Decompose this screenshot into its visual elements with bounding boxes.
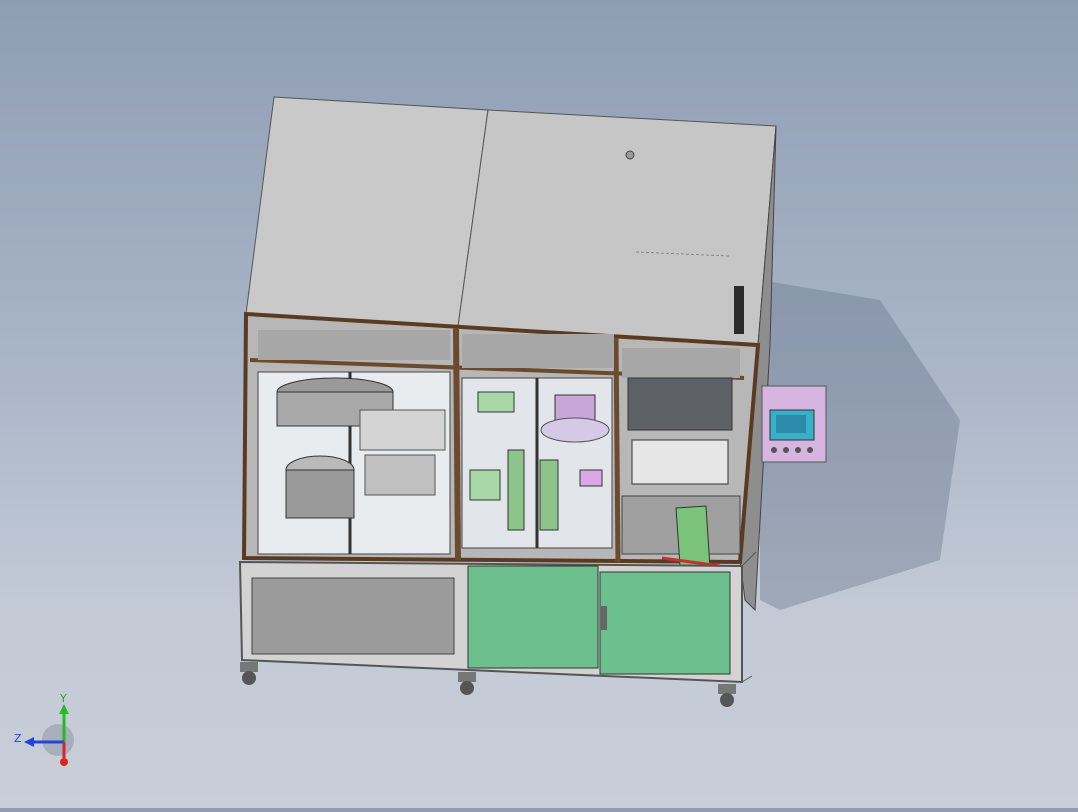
signal-tower: [734, 286, 744, 334]
caster-wheel: [458, 672, 476, 695]
cad-viewport[interactable]: Y Z: [0, 0, 1078, 808]
lower-panel-left: [251, 577, 455, 655]
triad-sphere: [42, 724, 74, 756]
roof-panel-right: [457, 109, 777, 346]
door-handle[interactable]: [601, 606, 607, 630]
roof-handle: [625, 150, 635, 160]
printer-unit: [631, 439, 729, 485]
output-conveyor: [675, 505, 711, 569]
cabinet-door-left[interactable]: [467, 565, 599, 669]
cabinet-door-right[interactable]: [599, 571, 731, 675]
roof-panel-left: [245, 96, 489, 327]
triad-z-label: Z: [14, 732, 22, 745]
display-window: [627, 377, 733, 431]
machine-model[interactable]: [0, 0, 1078, 808]
caster-wheel: [240, 662, 258, 685]
axis-triad: Y Z: [10, 690, 90, 780]
caster-wheel: [718, 684, 736, 707]
triad-y-label: Y: [59, 692, 67, 705]
